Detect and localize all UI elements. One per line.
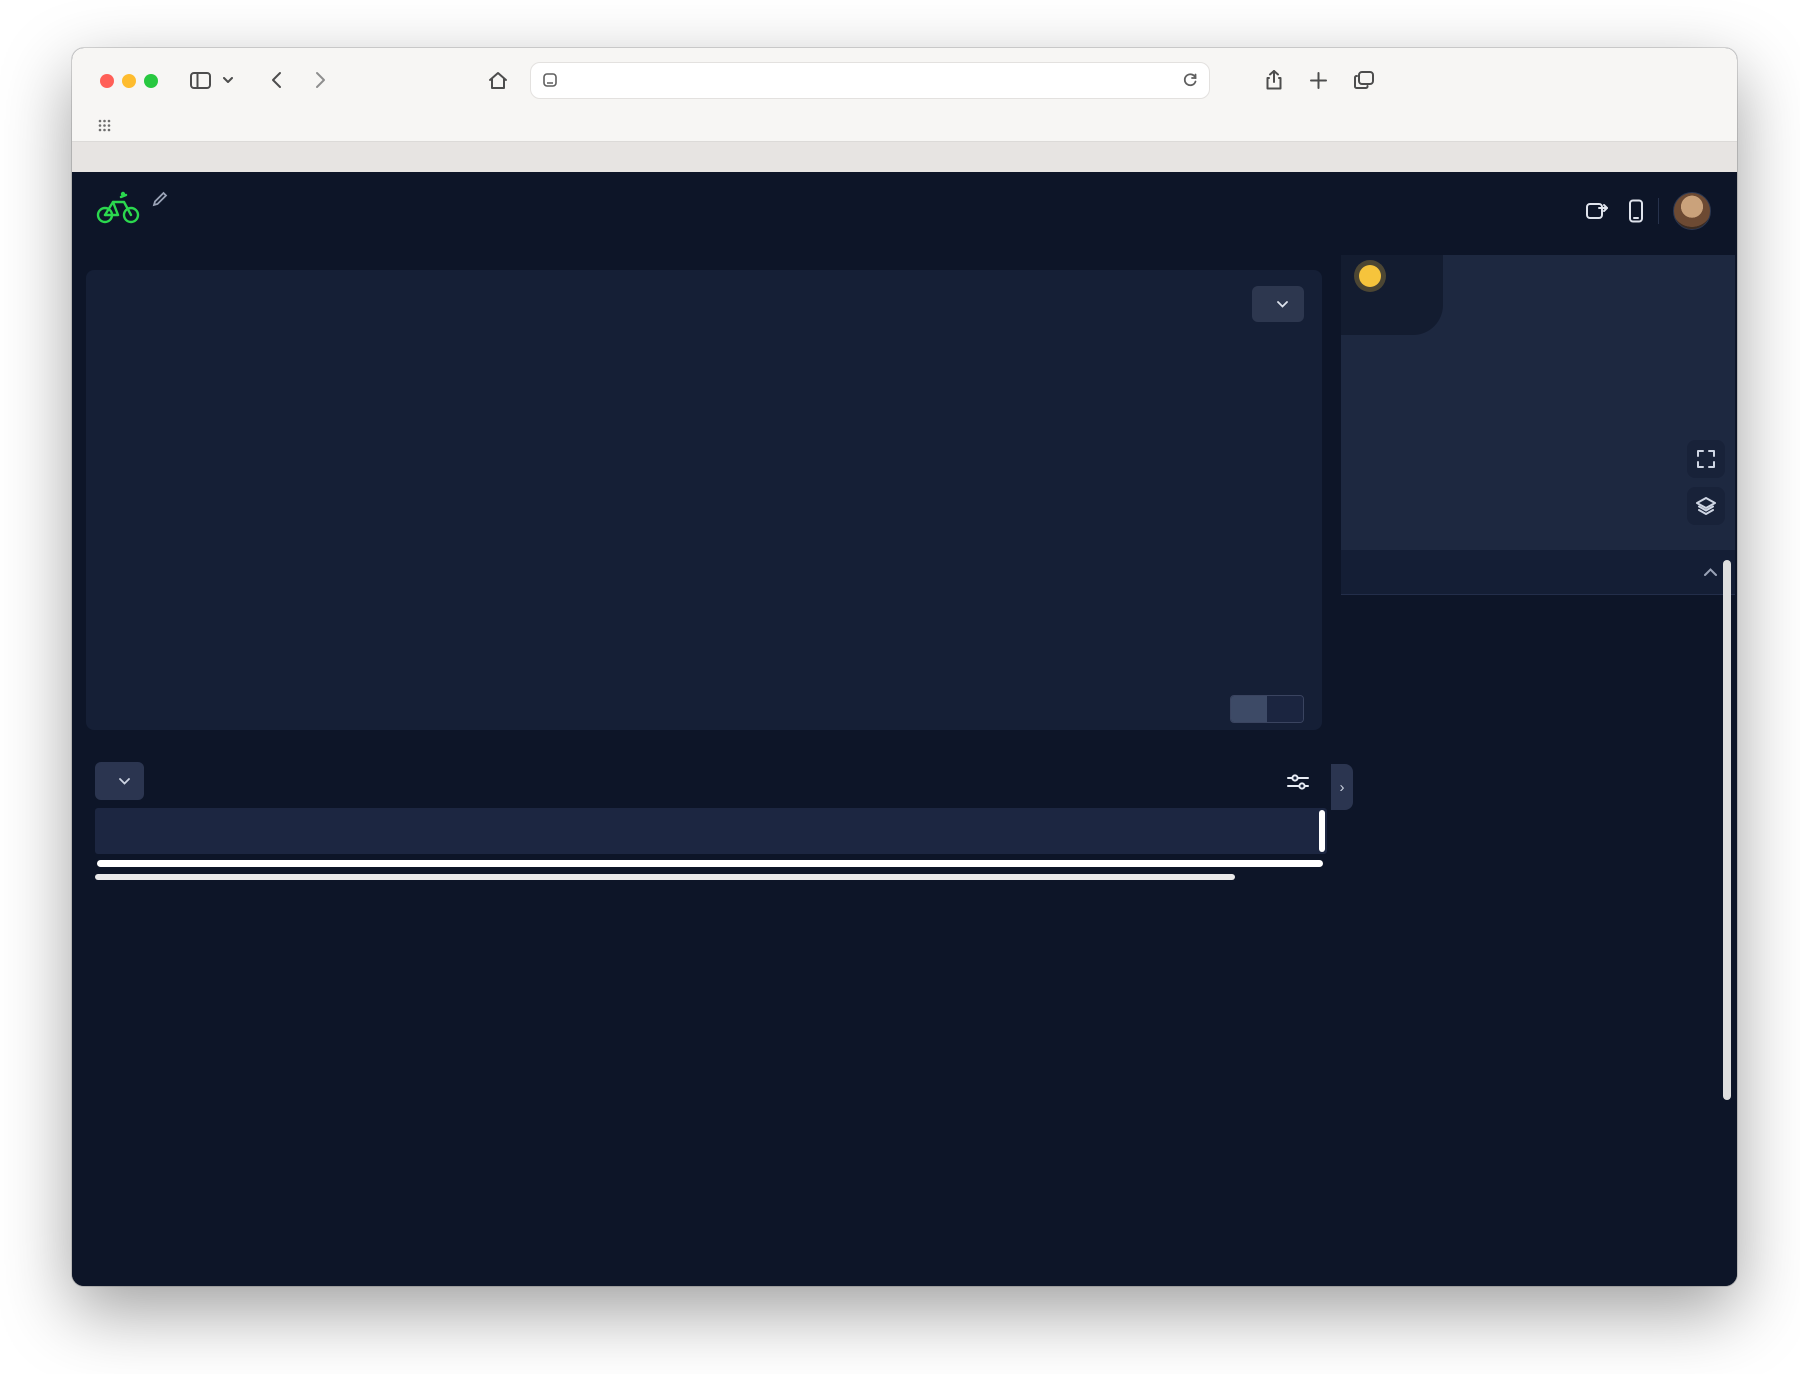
sun-icon: [1359, 265, 1381, 287]
page-settings-icon[interactable]: [542, 72, 558, 92]
speed-swatch: [108, 292, 113, 308]
summary-header[interactable]: [1341, 550, 1735, 595]
lap-table-row[interactable]: [95, 808, 1327, 854]
sidebar-chevron-icon[interactable]: [220, 66, 236, 94]
table-settings-icon[interactable]: [1287, 772, 1309, 796]
reload-icon[interactable]: [1182, 71, 1199, 92]
home-icon[interactable]: [484, 66, 512, 94]
table-vertical-scrollbar[interactable]: [1319, 810, 1325, 852]
chart-card: [86, 270, 1322, 730]
activity-header: [72, 172, 1737, 256]
avatar[interactable]: [1673, 192, 1711, 230]
export-activity-icon[interactable]: [1582, 196, 1612, 226]
bookmarks-bar: [72, 112, 1737, 142]
minimize-window-button[interactable]: [122, 74, 136, 88]
toggle-time[interactable]: [1231, 696, 1267, 722]
close-window-button[interactable]: [100, 74, 114, 88]
bookmarks-grid-icon[interactable]: [98, 119, 111, 135]
back-button[interactable]: [262, 66, 290, 94]
chart-brush[interactable]: [86, 618, 1322, 696]
route-map[interactable]: [1341, 255, 1735, 550]
browser-toolbar: [72, 48, 1737, 112]
legend-speed: [108, 292, 121, 311]
legend-temperature: [147, 292, 160, 311]
tab-overview-icon[interactable]: [1350, 66, 1378, 94]
share-icon[interactable]: [1260, 66, 1288, 94]
table-horizontal-scrollbar[interactable]: [97, 860, 1323, 867]
zoom-window-button[interactable]: [144, 74, 158, 88]
device-icon[interactable]: [1621, 196, 1651, 226]
custom-chart-button[interactable]: [1252, 286, 1304, 322]
page-horizontal-scrollbar[interactable]: [95, 874, 1235, 880]
map-layers-button[interactable]: [1687, 487, 1725, 525]
panel-scrollbar[interactable]: [1723, 560, 1731, 1100]
forward-button[interactable]: [306, 66, 334, 94]
url-bar[interactable]: [530, 62, 1210, 99]
edit-title-icon[interactable]: [152, 186, 168, 214]
map-fullscreen-button[interactable]: [1687, 440, 1725, 478]
sidebar-icon[interactable]: [186, 66, 214, 94]
lap-selector-button[interactable]: [95, 762, 144, 800]
lap-section: ›: [95, 756, 1353, 896]
chart-legend: [108, 292, 160, 311]
header-divider: [1658, 198, 1659, 224]
coros-page: ›: [72, 172, 1737, 1286]
weather-widget: [1341, 255, 1443, 335]
axis-toggle: [1230, 695, 1304, 723]
activity-side-panel: [1341, 255, 1735, 1286]
cycling-icon: [96, 190, 140, 229]
browser-window: ›: [72, 48, 1737, 1286]
temperature-swatch: [147, 292, 152, 308]
new-tab-icon[interactable]: [1304, 66, 1332, 94]
toggle-distance[interactable]: [1267, 696, 1303, 722]
tab-bar: [72, 142, 1737, 172]
